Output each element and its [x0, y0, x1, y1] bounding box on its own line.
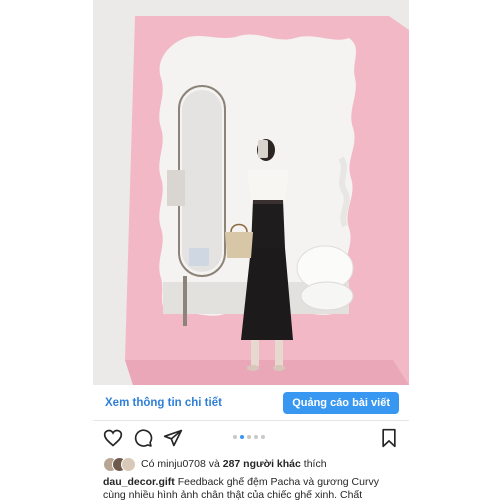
liker-username[interactable]: minju0708: [157, 458, 205, 470]
post-caption: dau_decor.gift Feedback ghế đệm Pacha và…: [103, 476, 403, 502]
carousel-indicator: [233, 435, 265, 439]
caption-line-2: cùng nhiều hình ảnh chân thật của chiếc …: [103, 489, 363, 501]
likes-conjunction: và: [208, 458, 220, 470]
heart-icon[interactable]: [103, 428, 123, 448]
likes-summary: Có minju0708 và 287 người khác thích: [103, 454, 403, 474]
likes-prefix: Có: [141, 458, 155, 470]
promote-post-button[interactable]: Quảng cáo bài viết: [283, 391, 399, 414]
instagram-post: Xem thông tin chi tiết Quảng cáo bài viế…: [93, 0, 409, 503]
carousel-dot: [254, 435, 258, 439]
comment-icon[interactable]: [133, 428, 153, 448]
likes-others-link[interactable]: 287 người khác: [223, 458, 301, 470]
post-photo[interactable]: [93, 0, 409, 385]
likes-suffix: thích: [303, 458, 327, 470]
carousel-dot: [247, 435, 251, 439]
post-action-bar: [93, 424, 409, 452]
caption-username[interactable]: dau_decor.gift: [103, 476, 175, 488]
bookmark-icon[interactable]: [379, 428, 399, 448]
caption-line-1: Feedback ghế đệm Pacha và gương Curvy: [177, 476, 379, 488]
liker-avatars: [103, 457, 137, 472]
promote-cta-bar: Xem thông tin chi tiết Quảng cáo bài viế…: [93, 385, 409, 421]
carousel-dot: [261, 435, 265, 439]
carousel-dot: [233, 435, 237, 439]
view-details-link[interactable]: Xem thông tin chi tiết: [105, 397, 222, 409]
mirror-scene-image: [93, 0, 409, 385]
share-icon[interactable]: [163, 428, 183, 448]
avatar: [121, 457, 136, 472]
carousel-dot-active: [240, 435, 244, 439]
